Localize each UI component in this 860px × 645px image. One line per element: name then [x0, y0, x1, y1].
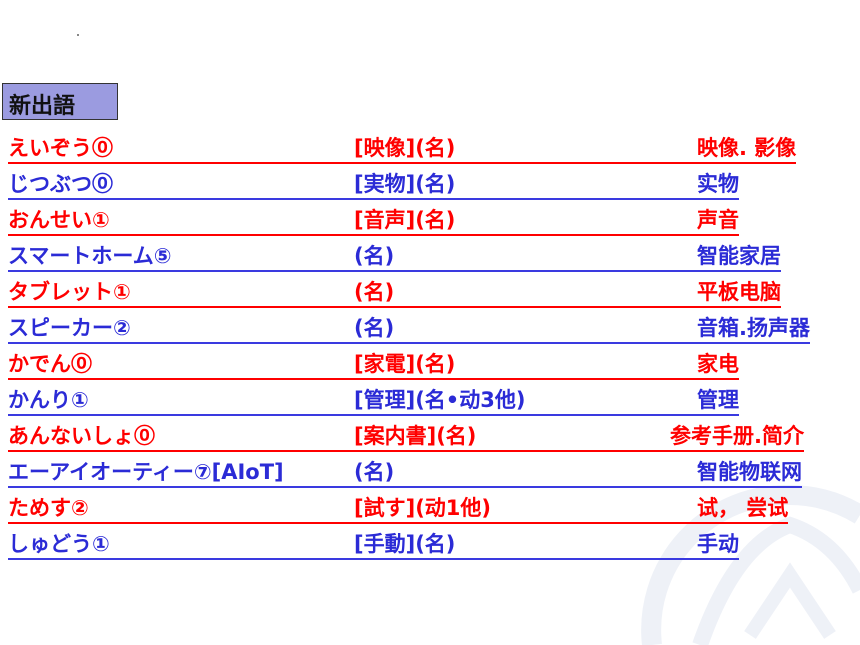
vocab-word: かでん⓪ [8, 352, 92, 376]
decorative-dot [77, 34, 79, 36]
vocab-meaning: 智能家居 [697, 244, 781, 268]
vocab-kanji-pos: (名) [354, 244, 395, 268]
vocab-kanji-pos: [実物](名) [354, 172, 456, 196]
vocab-kanji-pos: [手動](名) [354, 532, 456, 556]
vocab-kanji-pos: [試す](动1他) [354, 496, 492, 520]
vocab-word: えいぞう⓪ [8, 136, 113, 160]
vocabulary-row: おんせい① [音声](名) 声音 [8, 200, 739, 236]
vocab-meaning: 管理 [697, 388, 739, 412]
vocab-word: スマートホーム⑤ [8, 244, 172, 268]
vocab-word: かんり① [8, 388, 89, 412]
vocab-word: あんないしょ⓪ [8, 424, 155, 448]
vocab-word: おんせい① [8, 208, 110, 232]
vocabulary-row: タブレット① (名) 平板电脑 [8, 272, 781, 308]
vocabulary-row: かでん⓪ [家電](名) 家电 [8, 344, 739, 380]
vocab-kanji-pos: (名) [354, 280, 395, 304]
vocabulary-row: エーアイオーティー⑦[AIoT] (名) 智能物联网 [8, 452, 802, 488]
vocabulary-row: かんり① [管理](名•动3他) 管理 [8, 380, 739, 416]
vocabulary-row: じつぶつ⓪ [実物](名) 实物 [8, 164, 739, 200]
vocab-meaning: 平板电脑 [697, 280, 781, 304]
vocab-word: じつぶつ⓪ [8, 172, 113, 196]
vocab-word: スピーカー② [8, 316, 131, 340]
vocabulary-row: しゅどう① [手動](名) 手动 [8, 524, 739, 560]
section-title: 新出語 [2, 83, 118, 120]
vocab-meaning: 音箱.扬声器 [697, 316, 810, 340]
vocabulary-row: ためす② [試す](动1他) 试， 尝试 [8, 488, 789, 524]
vocabulary-row: スピーカー② (名) 音箱.扬声器 [8, 308, 810, 344]
vocab-word: しゅどう① [8, 532, 110, 556]
vocab-word: エーアイオーティー⑦[AIoT] [8, 460, 284, 484]
vocab-kanji-pos: [管理](名•动3他) [354, 388, 526, 412]
vocab-meaning: 家电 [697, 352, 739, 376]
vocab-meaning: 试， 尝试 [697, 496, 789, 520]
vocab-kanji-pos: (名) [354, 316, 395, 340]
vocab-kanji-pos: [案内書](名) [354, 424, 477, 448]
vocab-meaning: 智能物联网 [697, 460, 802, 484]
vocab-word: ためす② [8, 496, 89, 520]
vocabulary-list: えいぞう⓪ [映像](名) 映像. 影像じつぶつ⓪ [実物](名) 实物おんせい① [音声… [8, 128, 810, 560]
vocab-meaning: 参考手册.简介 [670, 424, 804, 448]
vocab-kanji-pos: [映像](名) [354, 136, 456, 160]
vocab-meaning: 实物 [697, 172, 739, 196]
vocab-meaning: 映像. 影像 [697, 136, 797, 160]
vocabulary-row: スマートホーム⑤ (名) 智能家居 [8, 236, 781, 272]
vocabulary-row: あんないしょ⓪ [案内書](名) 参考手册.简介 [8, 416, 804, 452]
vocab-kanji-pos: (名) [354, 460, 395, 484]
vocab-meaning: 声音 [697, 208, 739, 232]
vocab-meaning: 手动 [697, 532, 739, 556]
vocab-kanji-pos: [家電](名) [354, 352, 456, 376]
vocab-kanji-pos: [音声](名) [354, 208, 456, 232]
vocabulary-row: えいぞう⓪ [映像](名) 映像. 影像 [8, 128, 797, 164]
vocab-word: タブレット① [8, 280, 131, 304]
